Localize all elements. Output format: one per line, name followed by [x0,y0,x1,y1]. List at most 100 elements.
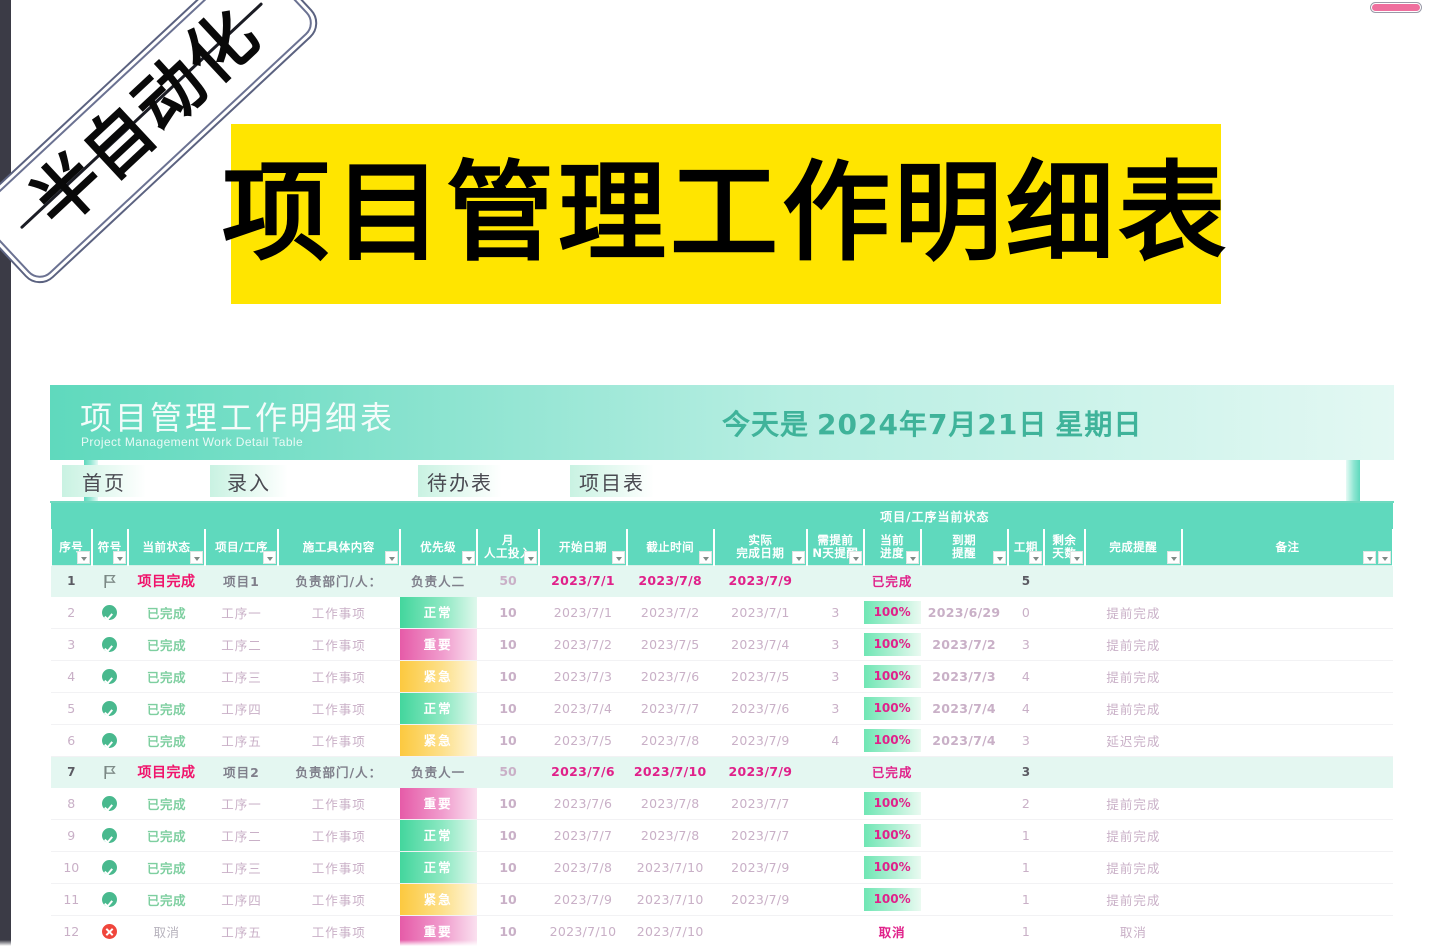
progress-text: 取消 [878,924,906,940]
column-header-due[interactable]: 到期 提醒 [919,529,1009,565]
filter-dropdown-icon[interactable] [384,550,398,564]
cell-process: 工序五 [205,724,278,757]
column-header-note[interactable]: 备注 [1180,529,1395,565]
filter-dropdown-icon[interactable] [190,550,204,564]
cell-process: 工序二 [205,819,278,852]
today-date: 2024年7月21日 [817,408,1048,441]
cell-priority: 正常 [399,819,477,852]
filter-dropdown-icon[interactable] [698,550,712,564]
project-row[interactable]: 1 项目完成 项目1 负责部门/人： 负责人二 50 2023/7/1 2023/7/8 202… [51,564,1393,597]
table-row[interactable]: 4 已完成 工序三 工作事项 紧急 10 2023/7/3 2023/7/6 2023/7/5 3… [51,660,1393,693]
cell-progress: 已完成 [863,755,921,788]
filter-dropdown-icon[interactable] [905,550,919,564]
cell-days-left [1044,819,1085,852]
cell-days-left [1044,851,1085,884]
check-circle-icon [102,860,118,875]
filter-dropdown-icon[interactable] [524,550,538,564]
cell-start-date: 2023/7/5 [539,724,627,757]
filter-dropdown-icon[interactable] [1166,550,1180,564]
filter-dropdown-icon[interactable] [792,550,805,564]
column-header-dur[interactable]: 工期 [1006,529,1046,565]
cell-content: 负责部门/人： [278,564,400,597]
cell-duration: 5 [1007,564,1045,597]
cell-due-reminder: 2023/7/2 [920,628,1008,661]
cell-due-reminder: 2023/6/29 [920,596,1008,629]
filter-dropdown-icon[interactable] [611,550,625,564]
priority-badge: 紧急 [399,660,477,692]
filter-dropdown-icon[interactable] [76,550,90,564]
cell-due-reminder [920,787,1008,820]
cell-symbol [91,564,129,597]
cell-duration: 3 [1007,724,1045,757]
cell-remind-days [807,883,864,916]
cell-duration: 3 [1007,755,1045,788]
cell-actual-date: 2023/7/9 [713,564,807,597]
column-header-proc[interactable]: 项目/工序 [204,529,279,565]
cell-due-reminder [920,883,1008,916]
filter-dropdown-icon[interactable] [1378,550,1391,564]
column-header-status[interactable]: 当前状态 [127,529,207,565]
table-container[interactable]: 项目/工序当前状态 序号 符号 当前状态 项目/工序 施工具体内容 优先级月人工投入 开始日… [50,503,1395,946]
table-row[interactable]: 10 已完成 工序三 工作事项 正常 10 2023/7/8 2023/7/10 2023/7/… [51,851,1393,884]
column-header-remind[interactable]: 需提前 N天提醒 [806,529,865,565]
cell-note [1181,819,1393,852]
cell-due-reminder [920,851,1008,884]
filter-dropdown-icon[interactable] [113,550,127,564]
filter-dropdown-icon[interactable] [992,550,1006,564]
cell-priority: 紧急 [399,660,477,693]
table-row[interactable]: 2 已完成 工序一 工作事项 正常 10 2023/7/1 2023/7/2 2023/7/1 3… [51,596,1393,629]
cell-progress: 100% [863,660,921,693]
nav-tab-2[interactable]: 录入 [210,465,288,497]
column-header-progress[interactable]: 当前 进度 [862,529,922,565]
filter-dropdown-icon[interactable] [1363,550,1376,564]
project-row[interactable]: 7 项目完成 项目2 负责部门/人： 负责人一 50 2023/7/6 2023/7/10 20… [51,755,1393,788]
cell-labor: 10 [476,851,540,884]
nav-tab-3[interactable]: 待办表 [418,465,502,497]
cell-content: 工作事项 [278,819,400,852]
nav-tab-label: 项目表 [579,470,645,495]
nav-tab-label: 待办表 [427,470,493,495]
column-header-finish[interactable]: 完成提醒 [1083,529,1183,565]
column-header-start[interactable]: 开始日期 [538,529,628,565]
column-header-left[interactable]: 剩余 天数 [1043,529,1086,565]
cell-deadline: 2023/7/7 [626,692,714,725]
cell-process: 工序二 [205,628,278,661]
table-row[interactable]: 5 已完成 工序四 工作事项 正常 10 2023/7/4 2023/7/7 2023/7/6 3… [51,692,1393,725]
filter-dropdown-icon[interactable] [461,550,475,564]
column-header-labor[interactable]: 月人工投入 [475,529,541,565]
cell-days-left [1044,724,1085,757]
table-row[interactable]: 9 已完成 工序二 工作事项 正常 10 2023/7/7 2023/7/8 2023/7/7 1… [51,819,1393,852]
column-header-deadline[interactable]: 截止时间 [625,529,715,565]
column-header-prio[interactable]: 优先级 [398,529,478,565]
check-circle-icon [102,828,118,843]
cell-actual-date: 2023/7/5 [713,660,807,693]
cell-status: 已完成 [128,851,206,884]
filter-dropdown-icon[interactable] [1069,550,1083,564]
cell-duration: 4 [1007,692,1045,725]
column-header-actual[interactable]: 实际 完成日期 [712,529,809,565]
cell-finish-note: 提前完成 [1084,883,1182,916]
table-row[interactable]: 11 已完成 工序四 工作事项 紧急 10 2023/7/9 2023/7/10 2023/7/… [51,883,1393,916]
cell-seq: 1 [51,564,92,597]
filter-dropdown-icon[interactable] [263,550,276,564]
screenshot-root: 半自动化 项目管理工作明细表 项目管理工作明细表 Project Managem… [0,0,1444,946]
column-header-symbol[interactable]: 符号 [90,529,130,565]
scroll-indicator[interactable] [1370,2,1422,13]
cell-finish-note: 提前完成 [1084,819,1182,852]
cell-duration: 4 [1007,660,1045,693]
table-body: 1 项目完成 项目1 负责部门/人： 负责人二 50 2023/7/1 2023/7/8 202… [51,564,1393,946]
column-header-content[interactable]: 施工具体内容 [277,529,401,565]
cell-start-date: 2023/7/6 [539,787,627,820]
table-row[interactable]: 3 已完成 工序二 工作事项 重要 10 2023/7/2 2023/7/5 2023/7/4 3… [51,628,1393,661]
cell-remind-days: 4 [807,724,864,757]
filter-dropdown-icon[interactable] [848,550,862,564]
cell-seq: 2 [51,596,92,629]
table-row[interactable]: 8 已完成 工序一 工作事项 重要 10 2023/7/6 2023/7/8 2023/7/7 1… [51,787,1393,820]
nav-tab-1[interactable]: 首页 [62,465,146,497]
column-header-seq[interactable]: 序号 [50,529,93,565]
flag-icon [103,765,117,780]
filter-dropdown-icon[interactable] [1029,550,1043,564]
nav-tab-4[interactable]: 项目表 [570,465,654,497]
cell-status: 项目完成 [128,564,206,597]
table-row[interactable]: 6 已完成 工序五 工作事项 紧急 10 2023/7/5 2023/7/8 2023/7/9 4… [51,724,1393,757]
